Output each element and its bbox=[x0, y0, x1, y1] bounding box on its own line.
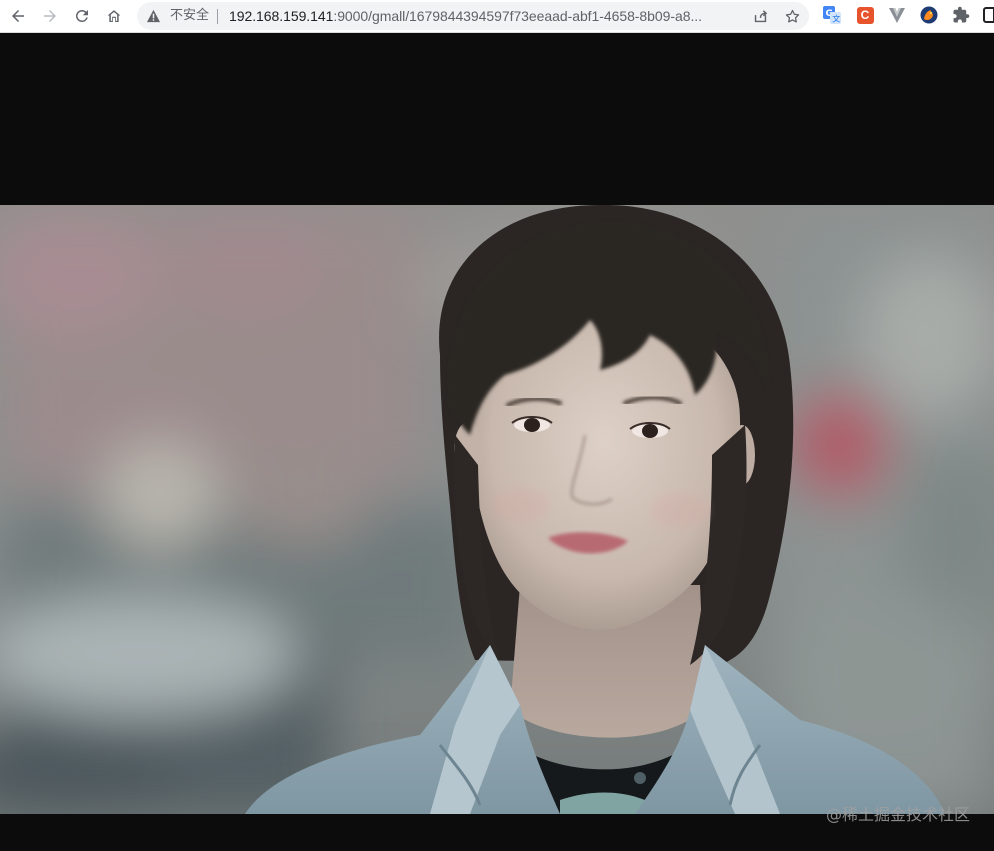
star-icon bbox=[785, 9, 799, 23]
side-panel-icon bbox=[983, 7, 994, 23]
reload-button[interactable] bbox=[69, 3, 95, 29]
extensions-button[interactable] bbox=[952, 6, 970, 24]
c-extension[interactable]: C bbox=[856, 6, 874, 24]
back-button[interactable] bbox=[5, 3, 31, 29]
photo-frame bbox=[0, 205, 994, 814]
reload-icon bbox=[76, 9, 88, 22]
address-bar[interactable]: 不安全 192.168.159.141:9000/gmall/167984439… bbox=[137, 2, 809, 30]
puzzle-extensions-icon bbox=[953, 6, 970, 23]
v-extension-icon bbox=[889, 8, 905, 23]
browser-toolbar: 不安全 192.168.159.141:9000/gmall/167984439… bbox=[0, 0, 994, 33]
c-extension-icon: C bbox=[856, 6, 874, 24]
side-panel-button[interactable] bbox=[983, 6, 994, 24]
omnibox-divider bbox=[217, 9, 218, 24]
url-text[interactable]: 192.168.159.141:9000/gmall/1679844394597… bbox=[229, 7, 749, 25]
translate-extension-icon: G 文 bbox=[823, 6, 841, 24]
back-arrow-icon bbox=[12, 10, 24, 22]
security-label[interactable]: 不安全 bbox=[170, 8, 209, 24]
url-path: :9000/gmall/1679844394597f73eeaad-abf1-4… bbox=[333, 8, 702, 24]
forward-arrow-icon bbox=[44, 10, 56, 22]
warning-icon[interactable] bbox=[146, 9, 161, 23]
watermark-text: @稀土掘金技术社区 bbox=[825, 805, 970, 824]
home-icon bbox=[107, 10, 121, 22]
home-button[interactable] bbox=[101, 3, 127, 29]
share-button[interactable] bbox=[749, 5, 771, 27]
url-host: 192.168.159.141 bbox=[229, 8, 334, 24]
image-viewer: @稀土掘金技术社区 bbox=[0, 33, 994, 851]
svg-text:文: 文 bbox=[832, 14, 840, 24]
share-icon bbox=[754, 9, 767, 22]
forward-button[interactable] bbox=[37, 3, 63, 29]
v-extension[interactable] bbox=[888, 6, 906, 24]
fox-extension-icon bbox=[920, 6, 938, 24]
fox-extension[interactable] bbox=[920, 6, 938, 24]
translate-extension[interactable]: G 文 bbox=[823, 6, 841, 24]
bookmark-star-button[interactable] bbox=[781, 5, 803, 27]
